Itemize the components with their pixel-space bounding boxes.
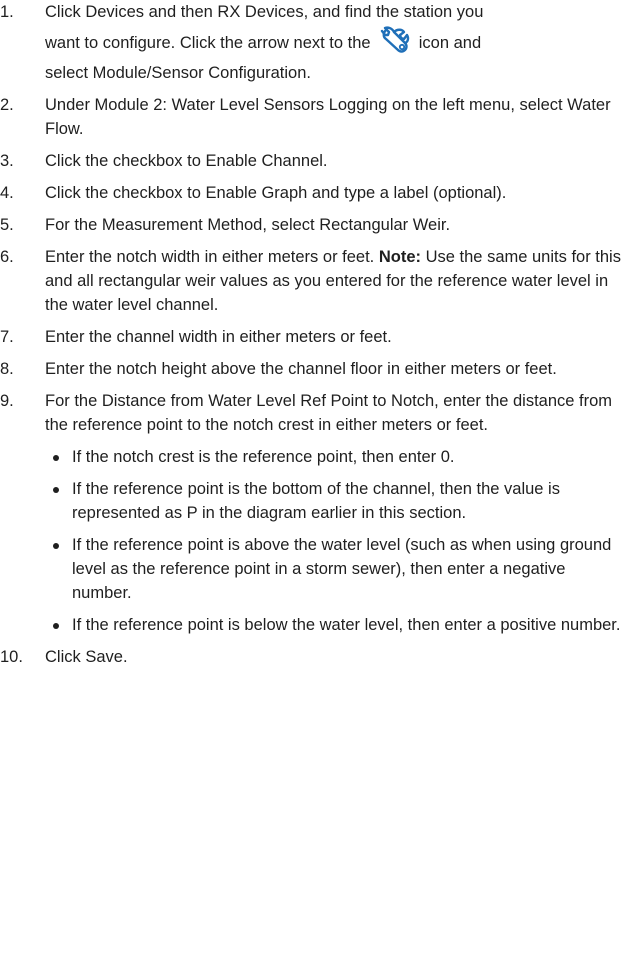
step-3: 3. Click the checkbox to Enable Channel. xyxy=(0,149,631,173)
step-number: 4. xyxy=(0,184,14,202)
step-5: 5. For the Measurement Method, select Re… xyxy=(0,213,631,237)
step-4: 4. Click the checkbox to Enable Graph an… xyxy=(0,181,631,205)
step-number: 3. xyxy=(0,152,14,170)
steps-list: 1. Click Devices and then RX Devices, an… xyxy=(0,0,631,669)
step-9: 9. For the Distance from Water Level Ref… xyxy=(0,389,631,637)
step-text: Enter the channel width in either meters… xyxy=(45,328,392,346)
step-6: 6. Enter the notch width in either meter… xyxy=(0,245,631,317)
step-8: 8. Enter the notch height above the chan… xyxy=(0,357,631,381)
step-number: 10. xyxy=(0,648,23,666)
bullet-item: If the reference point is the bottom of … xyxy=(45,477,625,525)
bullet-text: If the reference point is above the wate… xyxy=(72,536,612,602)
bullet-text: If the reference point is below the wate… xyxy=(72,616,621,634)
step-1-line-2: want to configure. Click the arrow next … xyxy=(45,24,625,61)
step-number: 5. xyxy=(0,216,14,234)
bullet-dot-icon xyxy=(53,543,59,549)
bullet-dot-icon xyxy=(53,487,59,493)
step-10: 10. Click Save. xyxy=(0,645,631,669)
bullet-dot-icon xyxy=(53,455,59,461)
step-1-line-1: Click Devices and then RX Devices, and f… xyxy=(45,3,484,21)
step-number: 8. xyxy=(0,360,14,378)
step-number: 2. xyxy=(0,96,14,114)
step-text: Click the checkbox to Enable Graph and t… xyxy=(45,184,507,202)
step-text: Click Save. xyxy=(45,648,128,666)
step-1: 1. Click Devices and then RX Devices, an… xyxy=(0,0,631,85)
bullet-item: If the reference point is above the wate… xyxy=(45,533,625,605)
step-7: 7. Enter the channel width in either met… xyxy=(0,325,631,349)
bullet-text: If the notch crest is the reference poin… xyxy=(72,448,455,466)
step-number: 7. xyxy=(0,328,14,346)
note-label: Note: xyxy=(378,248,422,266)
step-1-line-2-end: icon and xyxy=(418,34,482,52)
instruction-document: 1. Click Devices and then RX Devices, an… xyxy=(0,0,631,669)
bullet-text: If the reference point is the bottom of … xyxy=(72,480,560,522)
bullet-item: If the notch crest is the reference poin… xyxy=(45,445,625,469)
step-number: 6. xyxy=(0,248,14,266)
step-1-line-2-start: want to configure. Click the arrow next … xyxy=(45,34,371,52)
wrench-icon xyxy=(380,26,410,53)
step-text: For the Distance from Water Level Ref Po… xyxy=(45,392,613,434)
step-1-line-3: select Module/Sensor Configuration. xyxy=(45,64,311,82)
bullet-item: If the reference point is below the wate… xyxy=(45,613,625,637)
step-number: 9. xyxy=(0,392,14,410)
step-2: 2. Under Module 2: Water Level Sensors L… xyxy=(0,93,631,141)
step-text: For the Measurement Method, select Recta… xyxy=(45,216,451,234)
step-text: Enter the notch width in either meters o… xyxy=(45,248,375,266)
step-9-bullets: If the notch crest is the reference poin… xyxy=(45,445,625,637)
step-text: Enter the notch height above the channel… xyxy=(45,360,557,378)
step-number: 1. xyxy=(0,3,14,21)
step-text: Under Module 2: Water Level Sensors Logg… xyxy=(45,96,611,138)
step-text: Click the checkbox to Enable Channel. xyxy=(45,152,328,170)
bullet-dot-icon xyxy=(53,623,59,629)
